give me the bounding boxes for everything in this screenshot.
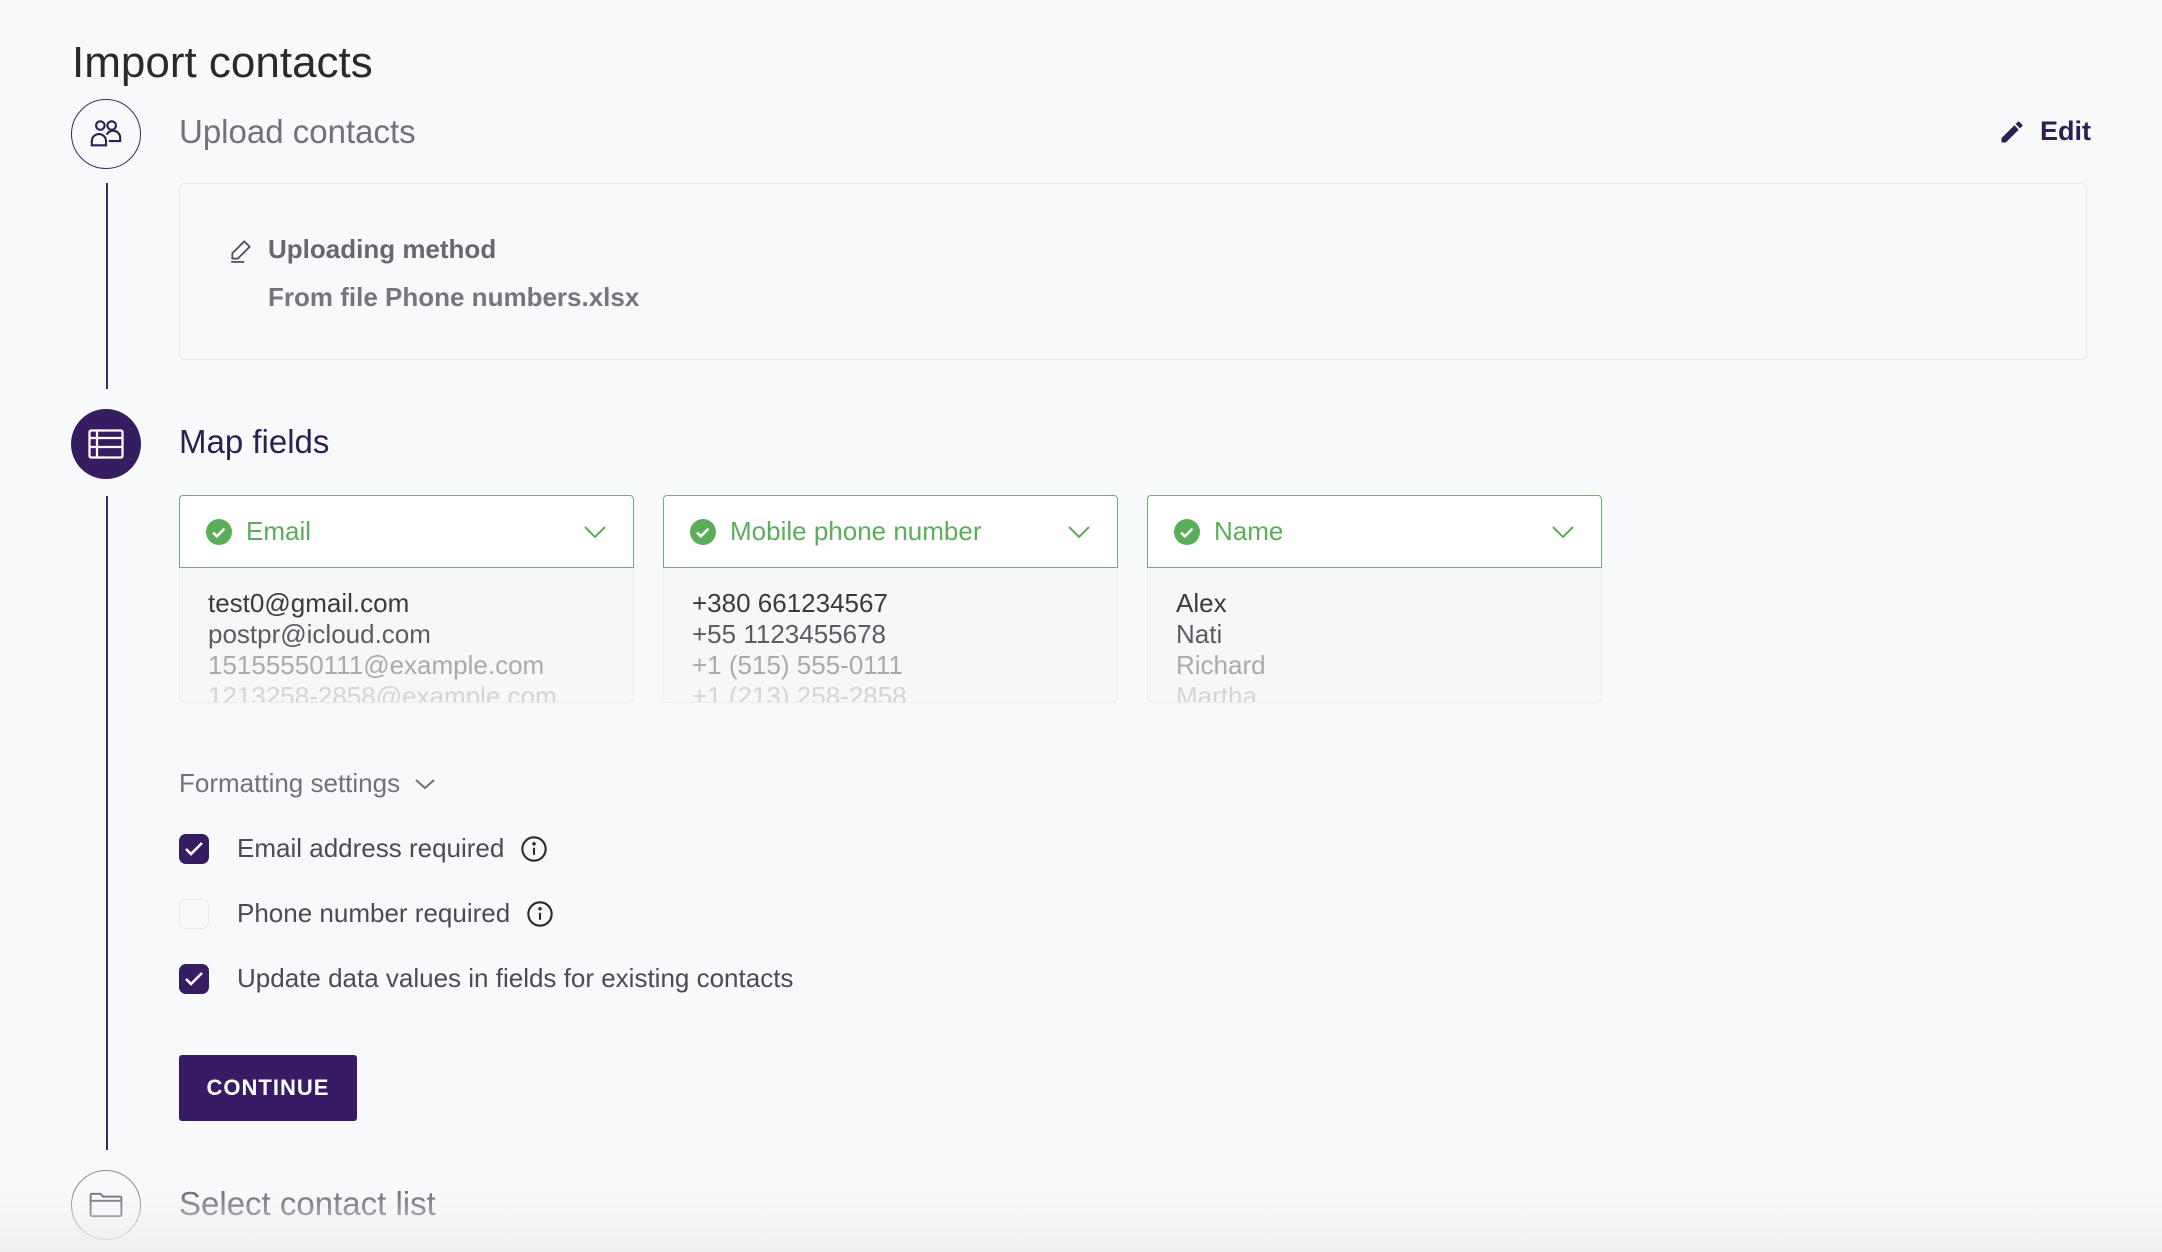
preview-value: +55 1123455678 xyxy=(692,619,886,649)
preview-value: +1 (213) 258-2858 xyxy=(692,681,907,703)
step-connector xyxy=(106,496,108,1150)
pencil-icon xyxy=(2001,121,2023,142)
preview-value: +380 661234567 xyxy=(692,588,888,618)
edit-label: Edit xyxy=(2040,116,2091,146)
option-update-existing: Update data values in fields for existin… xyxy=(179,963,793,994)
check-circle-icon xyxy=(206,518,232,545)
option-phone-required: Phone number required xyxy=(179,898,554,929)
info-icon[interactable] xyxy=(520,835,548,863)
preview-value: 1213258-2858@example.com xyxy=(208,681,557,703)
field-select-phone[interactable]: Mobile phone number xyxy=(663,495,1118,568)
preview-value: 15155550111@example.com xyxy=(208,650,545,680)
preview-value: Richard xyxy=(1176,650,1266,680)
check-circle-icon xyxy=(1174,518,1200,545)
option-email-required: Email address required xyxy=(179,833,548,864)
field-preview-list: +380 661234567 +55 1123455678 +1 (515) 5… xyxy=(663,568,1118,703)
check-circle-icon xyxy=(690,518,716,545)
field-mapping-phone: Mobile phone number +380 661234567 +55 1… xyxy=(663,495,1118,703)
info-icon[interactable] xyxy=(526,900,554,928)
phone-required-checkbox[interactable] xyxy=(179,898,209,929)
step-1-title: Upload contacts xyxy=(179,113,416,150)
option-label: Phone number required xyxy=(237,898,511,928)
chevron-down-icon xyxy=(584,525,606,538)
edit-button[interactable]: Edit xyxy=(1998,116,2091,147)
field-select-label: Name xyxy=(1214,516,1284,546)
step-1-indicator xyxy=(71,99,141,169)
chevron-down-icon xyxy=(415,778,435,789)
checkmark-icon xyxy=(185,971,203,986)
chevron-down-icon xyxy=(1068,525,1090,538)
step-3-title: Select contact list xyxy=(179,1185,436,1222)
checkmark-icon xyxy=(185,841,203,856)
step-2-title: Map fields xyxy=(179,423,330,460)
step-connector xyxy=(106,183,108,389)
preview-value: Alex xyxy=(1176,588,1227,618)
step-3-indicator xyxy=(71,1170,141,1240)
uploading-method-label: Uploading method xyxy=(268,234,497,264)
table-icon xyxy=(88,429,124,459)
email-required-checkbox[interactable] xyxy=(179,833,209,864)
field-select-label: Mobile phone number xyxy=(730,516,982,546)
field-select-email[interactable]: Email xyxy=(179,495,634,568)
preview-value: postpr@icloud.com xyxy=(208,619,431,649)
step-2-indicator xyxy=(71,409,141,479)
field-mapping-name: Name Alex Nati Richard Martha xyxy=(1147,495,1602,703)
chevron-down-icon xyxy=(1552,525,1574,538)
preview-value: +1 (515) 555-0111 xyxy=(692,650,903,680)
field-preview-list: Alex Nati Richard Martha xyxy=(1147,568,1602,703)
field-preview-list: test0@gmail.com postpr@icloud.com 151555… xyxy=(179,568,634,703)
preview-value: Nati xyxy=(1176,619,1223,649)
pencil-outline-icon xyxy=(231,239,251,263)
option-label: Update data values in fields for existin… xyxy=(237,963,794,993)
users-icon xyxy=(90,120,122,147)
uploading-method-value: From file Phone numbers.xlsx xyxy=(268,282,640,312)
folder-icon xyxy=(89,1192,123,1218)
field-select-label: Email xyxy=(246,516,312,546)
preview-value: Martha xyxy=(1176,681,1257,703)
upload-summary-card: Uploading method From file Phone numbers… xyxy=(179,183,2087,360)
preview-value: test0@gmail.com xyxy=(208,588,410,618)
update-existing-checkbox[interactable] xyxy=(179,963,209,994)
continue-button[interactable]: CONTINUE xyxy=(179,1055,357,1121)
page-title: Import contacts xyxy=(72,38,373,87)
formatting-settings-label: Formatting settings xyxy=(179,768,401,798)
field-mapping-email: Email test0@gmail.com postpr@icloud.com … xyxy=(179,495,634,703)
formatting-settings-toggle[interactable]: Formatting settings xyxy=(179,768,436,799)
option-label: Email address required xyxy=(237,833,505,863)
field-select-name[interactable]: Name xyxy=(1147,495,1602,568)
